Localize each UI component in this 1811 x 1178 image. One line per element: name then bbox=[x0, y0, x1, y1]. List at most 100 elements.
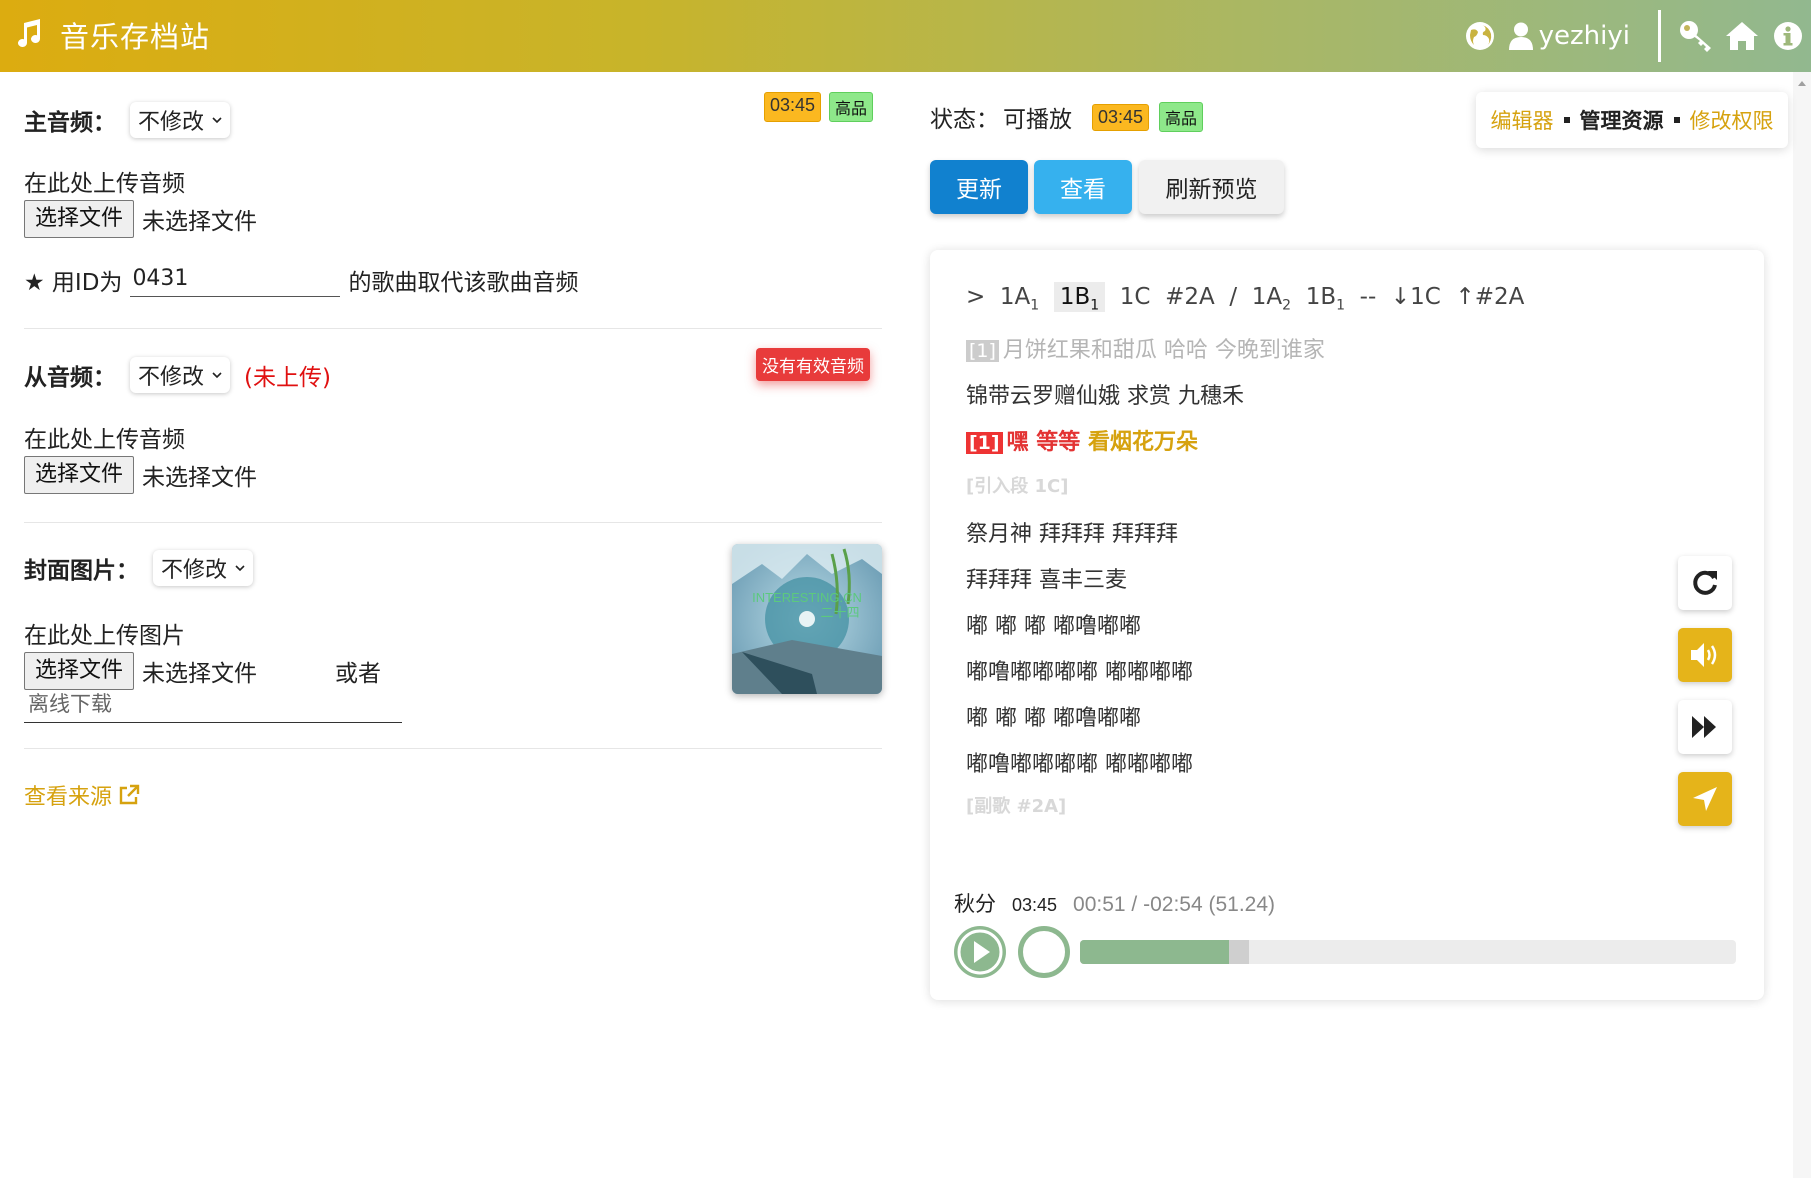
structure-item[interactable]: ↓1C bbox=[1391, 284, 1441, 310]
divider bbox=[24, 748, 882, 749]
play-icon bbox=[957, 929, 1003, 975]
music-note-icon bbox=[18, 19, 42, 51]
status-row: 状态： 可播放 03:45 高品 bbox=[930, 100, 1204, 134]
main-audio-file-button[interactable]: 选择文件 bbox=[24, 200, 135, 238]
view-source-link[interactable]: 查看来源 bbox=[24, 779, 140, 811]
username: yezhiyi bbox=[1538, 21, 1630, 51]
volume-icon bbox=[1691, 643, 1717, 667]
preview-card: > 1A1 1B1 1C #2A / 1A2 1B1 -- ↓1C ↑#2A [… bbox=[930, 250, 1764, 1000]
chevron-down-icon bbox=[212, 117, 222, 124]
main-audio-duration-badge: 03:45 bbox=[764, 92, 822, 122]
locate-button[interactable] bbox=[1678, 772, 1732, 826]
structure-item[interactable]: 1A1 bbox=[1000, 284, 1039, 314]
view-button[interactable]: 查看 bbox=[1034, 160, 1132, 214]
cover-image: INTERESTING.CN 二十四 bbox=[732, 544, 882, 694]
replace-prefix: ★ 用ID为 bbox=[24, 269, 123, 296]
section-marker: [引入段 1C] bbox=[966, 476, 1069, 497]
chevron-down-icon bbox=[235, 565, 245, 572]
edit-links: 编辑器 管理资源 修改权限 bbox=[1476, 92, 1788, 148]
status-label: 状态： bbox=[930, 107, 999, 133]
redo-icon bbox=[1693, 570, 1717, 595]
user-icon bbox=[1508, 22, 1533, 50]
sub-audio-select[interactable]: 不修改 bbox=[130, 357, 231, 393]
sub-audio-status: (未上传) bbox=[244, 365, 331, 391]
home-icon[interactable] bbox=[1725, 19, 1759, 53]
section-marker: [副歌 #2A] bbox=[966, 796, 1067, 817]
location-arrow-icon bbox=[1693, 787, 1717, 811]
reload-button[interactable] bbox=[1678, 556, 1732, 610]
sub-audio-label: 从音频： bbox=[24, 365, 116, 391]
sub-audio-file-button[interactable]: 选择文件 bbox=[24, 456, 135, 494]
key-icon[interactable] bbox=[1679, 19, 1713, 53]
structure-item[interactable]: 1A2 bbox=[1252, 284, 1291, 314]
refresh-preview-button[interactable]: 刷新预览 bbox=[1139, 160, 1284, 214]
song-structure: > 1A1 1B1 1C #2A / 1A2 1B1 -- ↓1C ↑#2A bbox=[966, 282, 1525, 314]
track-duration: 03:45 bbox=[1012, 895, 1058, 915]
cover-select[interactable]: 不修改 bbox=[153, 550, 254, 586]
structure-item[interactable]: ↑#2A bbox=[1455, 284, 1524, 310]
modify-permissions-link[interactable]: 修改权限 bbox=[1690, 105, 1774, 135]
structure-item[interactable]: 1C bbox=[1120, 284, 1151, 310]
page-scrollbar[interactable] bbox=[1793, 72, 1811, 1178]
player-meta: 秋分 03:45 00:51 / -02:54 (51.24) bbox=[954, 888, 1275, 918]
status-duration-badge: 03:45 bbox=[1092, 103, 1150, 131]
lyrics-panel[interactable]: > 1A1 1B1 1C #2A / 1A2 1B1 -- ↓1C ↑#2A [… bbox=[966, 280, 1666, 890]
structure-item[interactable]: #2A bbox=[1165, 284, 1215, 310]
top-navbar: 音乐存档站 yezhiyi bbox=[0, 0, 1811, 72]
lyric-line[interactable]: 嘟 嘟 嘟 嘟噜嘟嘟 bbox=[966, 608, 1141, 640]
lyric-line-active[interactable]: [1] 嘿 等等 看烟花万朵 bbox=[966, 424, 1198, 456]
or-text: 或者 bbox=[335, 661, 382, 687]
no-valid-audio-badge: 没有有效音频 bbox=[756, 348, 870, 381]
sub-audio-upload-hint: 在此处上传音频 bbox=[24, 427, 185, 453]
lyrics-fade bbox=[966, 840, 1666, 890]
separator-dot bbox=[1563, 117, 1570, 123]
stop-button[interactable] bbox=[1018, 926, 1070, 978]
offline-download-input[interactable]: 离线下载 bbox=[24, 686, 402, 723]
info-icon[interactable] bbox=[1771, 19, 1805, 53]
progress-played bbox=[1080, 940, 1229, 964]
sub-audio-file-status: 未选择文件 bbox=[142, 465, 258, 491]
separator-dot bbox=[1673, 117, 1680, 123]
brand[interactable]: 音乐存档站 bbox=[18, 14, 210, 56]
lyric-line[interactable]: 嘟噜嘟嘟嘟嘟 嘟嘟嘟嘟 bbox=[966, 654, 1193, 686]
cover-label: 封面图片： bbox=[24, 558, 139, 584]
main-audio-label: 主音频： bbox=[24, 110, 116, 136]
structure-item-current[interactable]: 1B1 bbox=[1053, 282, 1106, 314]
replace-suffix: 的歌曲取代该歌曲音频 bbox=[348, 269, 579, 296]
main-audio-file-status: 未选择文件 bbox=[142, 209, 258, 235]
lyric-line[interactable]: 锦带云罗赠仙娥 求赏 九穗禾 bbox=[966, 378, 1244, 410]
cover-text-2: 二十四 bbox=[820, 606, 859, 621]
replace-id-input[interactable]: 0431 bbox=[130, 262, 341, 297]
user-menu[interactable]: yezhiyi bbox=[1508, 21, 1630, 51]
cover-file-status: 未选择文件 bbox=[142, 661, 258, 687]
editor-link[interactable]: 编辑器 bbox=[1491, 105, 1554, 135]
cover-text-1: INTERESTING.CN bbox=[752, 590, 862, 605]
app-title: 音乐存档站 bbox=[60, 20, 211, 54]
divider bbox=[24, 522, 882, 523]
globe-icon[interactable] bbox=[1463, 19, 1497, 53]
cover-file-button[interactable]: 选择文件 bbox=[24, 652, 135, 690]
structure-item[interactable]: 1B1 bbox=[1306, 284, 1345, 314]
play-button[interactable] bbox=[954, 926, 1006, 978]
fast-forward-icon bbox=[1692, 716, 1716, 738]
lyric-line[interactable]: 祭月神 拜拜拜 拜拜拜 bbox=[966, 516, 1178, 548]
update-button[interactable]: 更新 bbox=[930, 160, 1028, 214]
lyric-line[interactable]: 嘟 嘟 嘟 嘟噜嘟嘟 bbox=[966, 700, 1141, 732]
header-divider bbox=[1658, 10, 1661, 62]
chevron-down-icon bbox=[212, 372, 222, 379]
fast-forward-button[interactable] bbox=[1678, 700, 1732, 754]
progress-bar[interactable] bbox=[1080, 940, 1736, 964]
external-link-icon bbox=[119, 784, 140, 805]
volume-button[interactable] bbox=[1678, 628, 1732, 682]
main-audio-select[interactable]: 不修改 bbox=[130, 102, 231, 138]
manage-resources-link[interactable]: 管理资源 bbox=[1580, 105, 1664, 135]
lyric-line[interactable]: 嘟噜嘟嘟嘟嘟 嘟嘟嘟嘟 bbox=[966, 746, 1193, 778]
status-quality-badge: 高品 bbox=[1159, 102, 1204, 132]
status-value: 可播放 bbox=[1003, 107, 1072, 133]
track-position: 00:51 / -02:54 (51.24) bbox=[1073, 893, 1276, 916]
main-audio-quality-badge: 高品 bbox=[829, 92, 874, 122]
lyric-line[interactable]: [1] 月饼红果和甜瓜 哈哈 今晚到谁家 bbox=[966, 332, 1325, 364]
divider bbox=[24, 328, 882, 329]
track-title: 秋分 bbox=[954, 892, 996, 916]
lyric-line[interactable]: 拜拜拜 喜丰三麦 bbox=[966, 562, 1127, 594]
